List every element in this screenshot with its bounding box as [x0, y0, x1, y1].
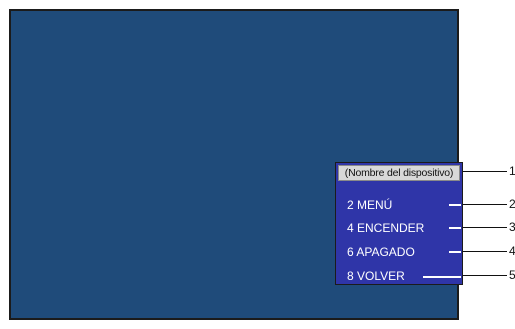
callout-line-4	[463, 251, 507, 252]
osd-menu-panel: (Nombre del dispositivo) 2 MENÚ 4 ENCEND…	[335, 162, 463, 285]
menu-item-encender[interactable]: 4 ENCENDER	[347, 221, 424, 235]
menu-item-menu[interactable]: 2 MENÚ	[347, 198, 392, 212]
callout-number-2: 2	[509, 197, 515, 211]
menu-item-apagado-marker	[449, 251, 461, 253]
callout-number-5: 5	[509, 268, 515, 282]
callout-number-1: 1	[509, 164, 515, 178]
menu-item-volver[interactable]: 8 VOLVER	[347, 269, 405, 283]
menu-item-volver-marker	[423, 276, 461, 278]
callout-number-4: 4	[509, 244, 515, 258]
menu-item-apagado[interactable]: 6 APAGADO	[347, 245, 415, 259]
callout-number-3: 3	[509, 220, 515, 234]
menu-item-menu-marker	[449, 204, 461, 206]
device-name-label: (Nombre del dispositivo)	[338, 165, 460, 181]
callout-line-3	[463, 227, 507, 228]
callout-line-1	[463, 171, 507, 172]
callout-line-2	[463, 204, 507, 205]
menu-item-encender-marker	[449, 227, 461, 229]
callout-line-5	[463, 275, 507, 276]
